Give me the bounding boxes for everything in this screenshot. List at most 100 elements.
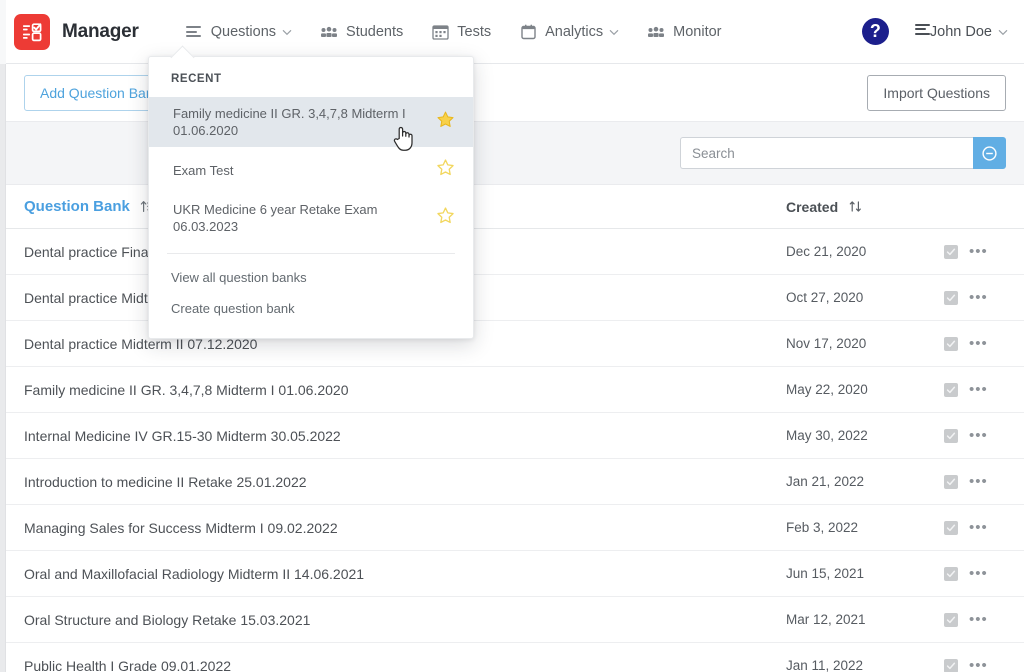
chevron-down-icon bbox=[998, 23, 1008, 41]
dropdown-recent-item[interactable]: UKR Medicine 6 year Retake Exam 06.03.20… bbox=[149, 193, 473, 243]
browser-edge-strip bbox=[0, 0, 6, 672]
dropdown-recent-item[interactable]: Exam Test bbox=[149, 147, 473, 193]
cell-created-date: Dec 21, 2020 bbox=[786, 244, 944, 259]
dropdown-divider bbox=[167, 253, 455, 254]
column-header-created[interactable]: Created bbox=[786, 199, 944, 215]
row-more-menu-icon[interactable]: ••• bbox=[969, 340, 988, 348]
cell-actions: ••• bbox=[944, 291, 1006, 305]
column-label: Created bbox=[786, 199, 838, 215]
calendar-grid-icon bbox=[431, 23, 449, 41]
row-more-menu-icon[interactable]: ••• bbox=[969, 570, 988, 578]
row-checkbox[interactable] bbox=[944, 567, 958, 581]
table-row[interactable]: Introduction to medicine II Retake 25.01… bbox=[6, 459, 1024, 505]
people-icon bbox=[320, 23, 338, 41]
cell-created-date: Oct 27, 2020 bbox=[786, 290, 944, 305]
row-more-menu-icon[interactable]: ••• bbox=[969, 386, 988, 394]
row-checkbox[interactable] bbox=[944, 383, 958, 397]
table-row[interactable]: Managing Sales for Success Midterm I 09.… bbox=[6, 505, 1024, 551]
row-checkbox[interactable] bbox=[944, 613, 958, 627]
user-menu[interactable]: John Doe bbox=[915, 21, 1008, 42]
row-more-menu-icon[interactable]: ••• bbox=[969, 248, 988, 256]
row-checkbox[interactable] bbox=[944, 521, 958, 535]
dropdown-recent-item[interactable]: Family medicine II GR. 3,4,7,8 Midterm I… bbox=[149, 97, 473, 147]
cell-actions: ••• bbox=[944, 521, 1006, 535]
table-row[interactable]: Oral Structure and Biology Retake 15.03.… bbox=[6, 597, 1024, 643]
nav-items: Questions Students bbox=[171, 15, 736, 49]
cell-question-bank-name: Oral Structure and Biology Retake 15.03.… bbox=[24, 612, 786, 628]
row-more-menu-icon[interactable]: ••• bbox=[969, 662, 988, 670]
cell-actions: ••• bbox=[944, 383, 1006, 397]
import-questions-button[interactable]: Import Questions bbox=[867, 75, 1006, 111]
hamburger-icon bbox=[915, 21, 930, 42]
table-row[interactable]: Oral and Maxillofacial Radiology Midterm… bbox=[6, 551, 1024, 597]
row-checkbox[interactable] bbox=[944, 337, 958, 351]
cell-created-date: Nov 17, 2020 bbox=[786, 336, 944, 351]
row-checkbox[interactable] bbox=[944, 291, 958, 305]
nav-item-students[interactable]: Students bbox=[306, 15, 417, 49]
topbar-right: ? John Doe bbox=[862, 18, 1008, 45]
table-row[interactable]: Internal Medicine IV GR.15-30 Midterm 30… bbox=[6, 413, 1024, 459]
cell-actions: ••• bbox=[944, 659, 1006, 672]
search-input[interactable] bbox=[680, 137, 973, 169]
table-row[interactable]: Family medicine II GR. 3,4,7,8 Midterm I… bbox=[6, 367, 1024, 413]
dropdown-heading: RECENT bbox=[149, 73, 473, 97]
star-icon[interactable] bbox=[436, 206, 455, 230]
nav-item-questions[interactable]: Questions bbox=[171, 15, 306, 49]
cell-question-bank-name: Internal Medicine IV GR.15-30 Midterm 30… bbox=[24, 428, 786, 444]
row-checkbox[interactable] bbox=[944, 475, 958, 489]
search-wrap bbox=[680, 137, 1006, 169]
table-row[interactable]: Public Health I Grade 09.01.2022Jan 11, … bbox=[6, 643, 1024, 672]
cell-created-date: Jun 15, 2021 bbox=[786, 566, 944, 581]
cell-created-date: Jan 11, 2022 bbox=[786, 658, 944, 672]
cell-question-bank-name: Oral and Maxillofacial Radiology Midterm… bbox=[24, 566, 786, 582]
column-label: Question Bank bbox=[24, 198, 130, 215]
chevron-down-icon bbox=[609, 23, 619, 41]
cell-created-date: May 22, 2020 bbox=[786, 382, 944, 397]
brand-name: Manager bbox=[62, 21, 139, 43]
view-all-question-banks-link[interactable]: View all question banks bbox=[149, 262, 473, 293]
cell-actions: ••• bbox=[944, 337, 1006, 351]
app-window: Manager Questions bbox=[0, 0, 1024, 672]
people-icon bbox=[647, 23, 665, 41]
create-question-bank-link[interactable]: Create question bank bbox=[149, 293, 473, 324]
star-icon[interactable] bbox=[436, 110, 455, 134]
dropdown-item-label: UKR Medicine 6 year Retake Exam 06.03.20… bbox=[173, 201, 436, 235]
cell-created-date: Jan 21, 2022 bbox=[786, 474, 944, 489]
help-circle-icon[interactable]: ? bbox=[862, 18, 889, 45]
cell-actions: ••• bbox=[944, 613, 1006, 627]
row-more-menu-icon[interactable]: ••• bbox=[969, 294, 988, 302]
browser-edge-top bbox=[0, 0, 6, 64]
hamburger-icon bbox=[185, 23, 203, 41]
nav-item-analytics[interactable]: Analytics bbox=[505, 15, 633, 49]
chevron-down-icon bbox=[282, 23, 292, 41]
sort-updown-icon bbox=[848, 199, 863, 214]
row-more-menu-icon[interactable]: ••• bbox=[969, 432, 988, 440]
cell-created-date: Mar 12, 2021 bbox=[786, 612, 944, 627]
nav-item-tests[interactable]: Tests bbox=[417, 15, 505, 49]
cell-actions: ••• bbox=[944, 567, 1006, 581]
row-checkbox[interactable] bbox=[944, 245, 958, 259]
cell-actions: ••• bbox=[944, 245, 1006, 259]
row-more-menu-icon[interactable]: ••• bbox=[969, 524, 988, 532]
cell-created-date: May 30, 2022 bbox=[786, 428, 944, 443]
dropdown-recent-list: Family medicine II GR. 3,4,7,8 Midterm I… bbox=[149, 97, 473, 243]
cell-created-date: Feb 3, 2022 bbox=[786, 520, 944, 535]
top-navigation-bar: Manager Questions bbox=[0, 0, 1024, 64]
cell-actions: ••• bbox=[944, 475, 1006, 489]
row-checkbox[interactable] bbox=[944, 429, 958, 443]
cell-question-bank-name: Managing Sales for Success Midterm I 09.… bbox=[24, 520, 786, 536]
nav-label: Students bbox=[346, 24, 403, 40]
row-checkbox[interactable] bbox=[944, 659, 958, 672]
brand[interactable]: Manager bbox=[14, 14, 139, 50]
row-more-menu-icon[interactable]: ••• bbox=[969, 478, 988, 486]
star-icon[interactable] bbox=[436, 158, 455, 182]
row-more-menu-icon[interactable]: ••• bbox=[969, 616, 988, 624]
questions-dropdown-panel: RECENT Family medicine II GR. 3,4,7,8 Mi… bbox=[148, 56, 474, 339]
dropdown-item-label: Exam Test bbox=[173, 162, 436, 179]
nav-label: Questions bbox=[211, 24, 276, 40]
nav-label: Monitor bbox=[673, 24, 721, 40]
user-name: John Doe bbox=[930, 24, 992, 40]
minus-circle-icon[interactable] bbox=[973, 137, 1006, 169]
nav-item-monitor[interactable]: Monitor bbox=[633, 15, 735, 49]
cell-actions: ••• bbox=[944, 429, 1006, 443]
